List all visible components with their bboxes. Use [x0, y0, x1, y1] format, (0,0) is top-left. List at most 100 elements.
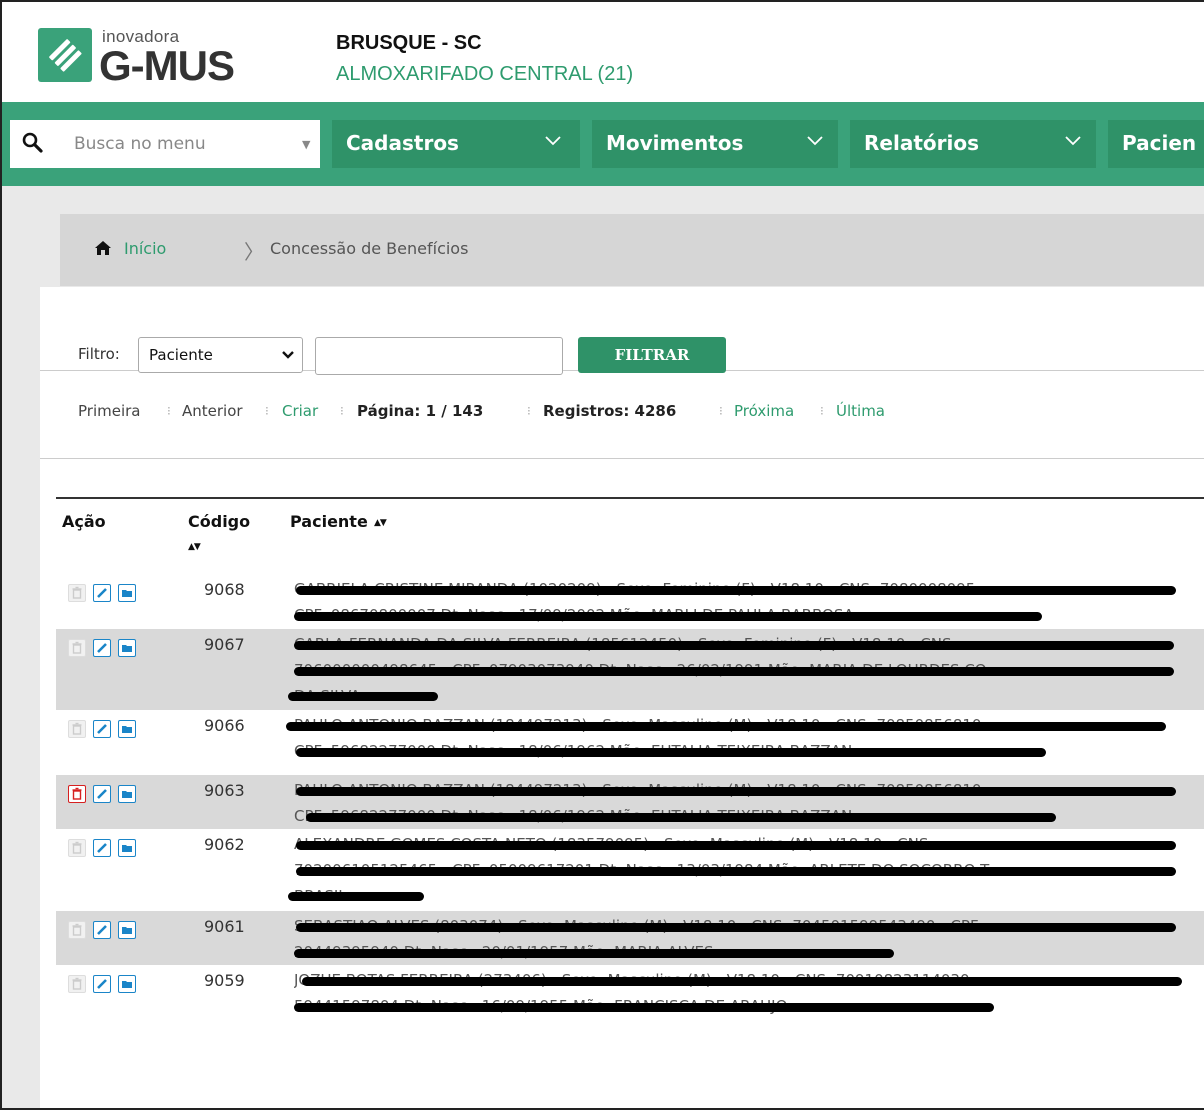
redaction-mark	[288, 692, 438, 701]
edit-icon[interactable]	[93, 785, 111, 803]
breadcrumb: Início 〉 Concessão de Benefícios	[60, 214, 1204, 286]
pager-create-link[interactable]: Criar	[282, 402, 318, 420]
table-row: 9063PAULO ANTONIO BAZZAN (184497213) - S…	[56, 775, 1204, 829]
logo-name: G-MUS	[99, 42, 235, 89]
main-navbar: Busca no menu ▼ Cadastros Movimentos Rel…	[2, 102, 1204, 186]
redaction-mark	[306, 813, 1056, 822]
pager-next-link[interactable]: Próxima	[734, 402, 794, 420]
edit-icon[interactable]	[93, 839, 111, 857]
sort-arrows-icon[interactable]: ▲▼	[188, 542, 201, 552]
unit-title: ALMOXARIFADO CENTRAL (21)	[336, 63, 634, 85]
row-code: 9062	[204, 835, 245, 854]
redaction-mark	[294, 667, 1174, 676]
header: inovadora G-MUS BRUSQUE - SC ALMOXARIFAD…	[2, 2, 1204, 102]
menu-relatorios[interactable]: Relatórios	[850, 120, 1096, 168]
row-code: 9059	[204, 971, 245, 990]
redaction-mark	[286, 722, 1166, 731]
redaction-mark	[296, 923, 1176, 932]
app-frame: inovadora G-MUS BRUSQUE - SC ALMOXARIFAD…	[0, 0, 1204, 1110]
menu-cadastros[interactable]: Cadastros	[332, 120, 580, 168]
redaction-mark	[296, 586, 1176, 595]
pager-separator: ⁝	[719, 404, 723, 418]
table-row: 9062ALEXANDRE GOMES COSTA NETO (18357909…	[56, 829, 1204, 911]
row-code: 9067	[204, 635, 245, 654]
pager-separator: ⁝	[820, 404, 824, 418]
breadcrumb-current: Concessão de Benefícios	[270, 239, 469, 258]
dropdown-caret-icon: ▼	[302, 138, 311, 151]
redaction-mark	[294, 612, 1042, 621]
row-code: 9066	[204, 716, 245, 735]
column-header-acao: Ação	[62, 512, 106, 531]
column-header-codigo[interactable]: Código	[188, 512, 250, 531]
chevron-down-icon	[282, 351, 294, 359]
edit-icon[interactable]	[93, 584, 111, 602]
redaction-mark	[296, 841, 1176, 850]
edit-icon[interactable]	[93, 975, 111, 993]
table-top-border	[56, 497, 1204, 499]
table-row: 9068GABRIELA CRISTINE MIRANDA (1020209) …	[56, 574, 1204, 629]
trash-icon	[68, 921, 86, 939]
chevron-down-icon	[545, 136, 561, 146]
pager-first[interactable]: Primeira	[78, 402, 140, 420]
folder-icon[interactable]	[118, 720, 136, 738]
menu-label: Movimentos	[606, 131, 744, 155]
row-code: 9063	[204, 781, 245, 800]
breadcrumb-separator-icon: 〉	[244, 240, 264, 264]
pager-page-info: Página: 1 / 143	[357, 402, 484, 420]
search-placeholder: Busca no menu	[74, 134, 206, 154]
redaction-mark	[302, 977, 1182, 986]
pager-separator: ⁝	[265, 404, 269, 418]
column-header-paciente[interactable]: Paciente	[290, 512, 368, 531]
filter-bar: Filtro: Paciente FILTRAR	[40, 317, 1204, 375]
table-row: 9059JOZUE BOTAS FERREIRA (273406) - Sexo…	[56, 965, 1204, 1025]
edit-icon[interactable]	[93, 720, 111, 738]
filter-field-select[interactable]: Paciente	[138, 337, 303, 373]
redaction-mark	[294, 1003, 994, 1012]
chevron-down-icon	[807, 136, 823, 146]
trash-icon	[68, 584, 86, 602]
folder-icon[interactable]	[118, 975, 136, 993]
table-row: 9061SEBASTIAO ALVES (803074) - Sexo: Mas…	[56, 911, 1204, 965]
pager-separator: ⁝	[167, 404, 171, 418]
edit-icon[interactable]	[93, 921, 111, 939]
redaction-mark	[296, 748, 1046, 757]
pagination-bar: Primeira ⁝ Anterior ⁝ Criar ⁝ Página: 1 …	[40, 371, 1204, 459]
edit-icon[interactable]	[93, 639, 111, 657]
menu-search-box[interactable]: Busca no menu ▼	[10, 120, 320, 168]
pager-records-info: Registros: 4286	[543, 402, 677, 420]
row-code: 9068	[204, 580, 245, 599]
chevron-down-icon	[1065, 136, 1081, 146]
trash-icon[interactable]	[68, 785, 86, 803]
city-title: BRUSQUE - SC	[336, 32, 482, 54]
menu-label: Cadastros	[346, 131, 459, 155]
pager-last-link[interactable]: Última	[836, 402, 885, 420]
redaction-mark	[288, 892, 424, 901]
folder-icon[interactable]	[118, 584, 136, 602]
folder-icon[interactable]	[118, 785, 136, 803]
pager-prev[interactable]: Anterior	[182, 402, 243, 420]
redaction-mark	[294, 641, 1174, 650]
redaction-mark	[296, 787, 1176, 796]
pager-separator: ⁝	[340, 404, 344, 418]
trash-icon	[68, 639, 86, 657]
sort-arrows-icon[interactable]: ▲▼	[374, 518, 387, 528]
trash-icon	[68, 839, 86, 857]
filter-label: Filtro:	[78, 345, 120, 363]
menu-label: Pacien	[1122, 131, 1197, 155]
menu-pacientes[interactable]: Pacien	[1108, 120, 1204, 168]
menu-movimentos[interactable]: Movimentos	[592, 120, 838, 168]
folder-icon[interactable]	[118, 921, 136, 939]
filter-text-input[interactable]	[315, 337, 563, 375]
menu-label: Relatórios	[864, 131, 979, 155]
redaction-mark	[296, 867, 1176, 876]
folder-icon[interactable]	[118, 639, 136, 657]
filter-button[interactable]: FILTRAR	[578, 337, 726, 373]
breadcrumb-home-link[interactable]: Início	[124, 239, 166, 258]
pager-separator: ⁝	[527, 404, 531, 418]
row-code: 9061	[204, 917, 245, 936]
home-icon	[95, 241, 111, 255]
logo-icon	[38, 28, 92, 82]
table-row: 9066PAULO ANTONIO BAZZAN (184497213) - S…	[56, 710, 1204, 775]
trash-icon	[68, 720, 86, 738]
folder-icon[interactable]	[118, 839, 136, 857]
